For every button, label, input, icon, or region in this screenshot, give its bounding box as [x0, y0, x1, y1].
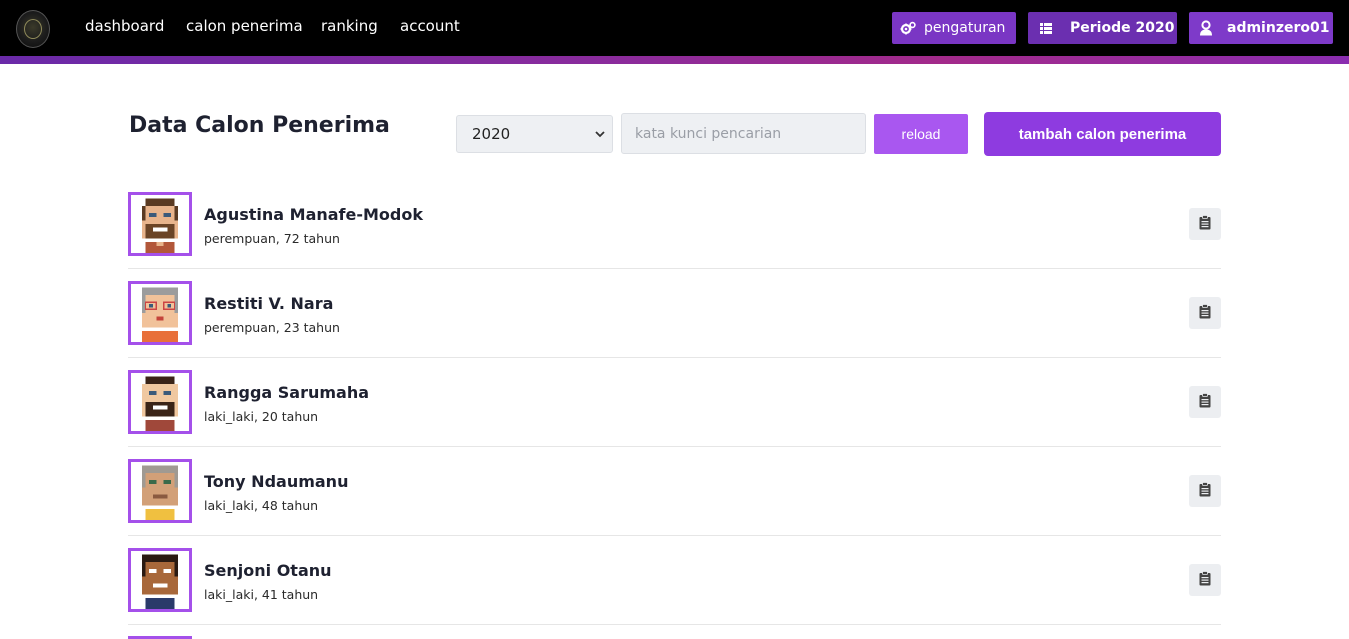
nav-link-ranking[interactable]: ranking	[321, 17, 378, 35]
candidate-list: Agustina Manafe-Modok perempuan, 72 tahu…	[128, 180, 1221, 625]
settings-button[interactable]: pengaturan	[892, 12, 1016, 44]
candidate-meta: perempuan, 72 tahun	[204, 231, 340, 246]
candidate-meta: laki_laki, 41 tahun	[204, 587, 319, 602]
list-item[interactable]: Agustina Manafe-Modok perempuan, 72 tahu…	[128, 180, 1221, 269]
reload-button[interactable]: reload	[874, 114, 968, 154]
user-account-button[interactable]: adminzero01	[1189, 12, 1333, 44]
list-icon	[1040, 22, 1052, 34]
detail-button[interactable]	[1189, 297, 1221, 329]
detail-button[interactable]	[1189, 386, 1221, 418]
detail-button[interactable]	[1189, 475, 1221, 507]
avatar	[128, 370, 192, 434]
avatar	[128, 192, 192, 256]
candidate-name: Agustina Manafe-Modok	[204, 205, 423, 224]
year-select[interactable]: 2020	[456, 115, 613, 153]
nav-link-calon-penerima[interactable]: calon penerima	[186, 17, 303, 35]
candidate-meta: perempuan, 23 tahun	[204, 320, 340, 335]
page-title: Data Calon Penerima	[129, 113, 390, 138]
logo-emblem[interactable]	[16, 10, 50, 48]
nav-link-account[interactable]: account	[400, 17, 460, 35]
period-button[interactable]: Periode 2020	[1028, 12, 1177, 44]
clipboard-icon	[1199, 481, 1211, 501]
candidate-name: Tony Ndaumanu	[204, 472, 349, 491]
candidate-name: Rangga Sarumaha	[204, 383, 370, 402]
candidate-name: Senjoni Otanu	[204, 561, 332, 580]
clipboard-icon	[1199, 214, 1211, 234]
add-candidate-button[interactable]: tambah calon penerima	[984, 112, 1221, 156]
navbar-accent-strip	[0, 56, 1349, 64]
top-navbar: dashboard calon penerima ranking account…	[0, 0, 1349, 56]
clipboard-icon	[1199, 392, 1211, 412]
list-item[interactable]: Restiti V. Nara perempuan, 23 tahun	[128, 269, 1221, 358]
gears-icon	[900, 21, 916, 35]
settings-label: pengaturan	[924, 20, 1006, 36]
chevron-down-icon	[594, 127, 606, 145]
candidate-name: Restiti V. Nara	[204, 294, 334, 313]
avatar	[128, 459, 192, 523]
avatar	[128, 281, 192, 345]
list-item[interactable]: Tony Ndaumanu laki_laki, 48 tahun	[128, 447, 1221, 536]
avatar	[128, 548, 192, 612]
user-label: adminzero01	[1227, 20, 1330, 36]
search-input[interactable]	[621, 113, 866, 154]
candidate-meta: laki_laki, 48 tahun	[204, 498, 319, 513]
detail-button[interactable]	[1189, 208, 1221, 240]
clipboard-icon	[1199, 303, 1211, 323]
detail-button[interactable]	[1189, 564, 1221, 596]
nav-link-dashboard[interactable]: dashboard	[85, 17, 164, 35]
user-icon	[1199, 20, 1213, 36]
list-item[interactable]: Rangga Sarumaha laki_laki, 20 tahun	[128, 358, 1221, 447]
period-label: Periode 2020	[1070, 20, 1175, 36]
year-select-value: 2020	[472, 125, 511, 143]
list-item[interactable]: Senjoni Otanu laki_laki, 41 tahun	[128, 536, 1221, 625]
clipboard-icon	[1199, 570, 1211, 590]
candidate-meta: laki_laki, 20 tahun	[204, 409, 319, 424]
